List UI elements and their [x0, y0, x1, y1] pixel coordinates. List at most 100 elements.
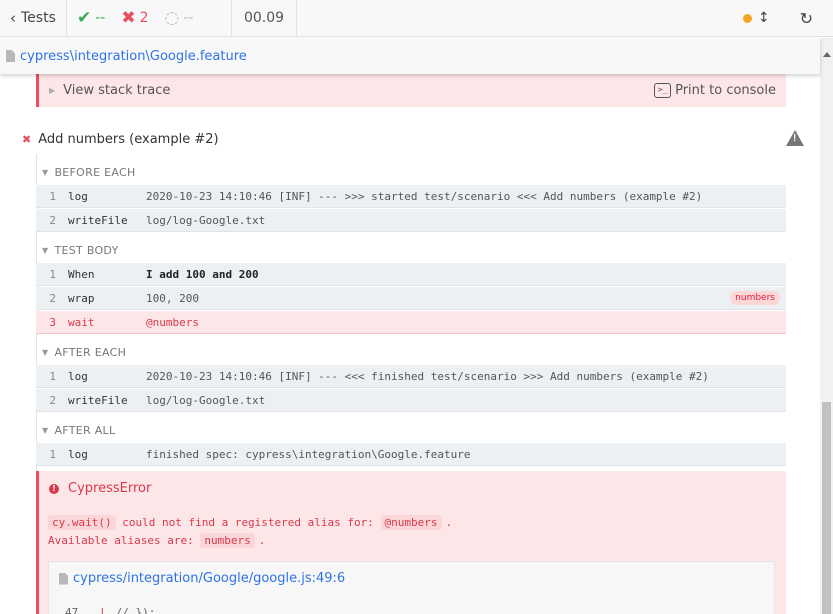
auto-scroll-toggle-icon[interactable]: ↕ [758, 10, 770, 26]
command-message: log/log-Google.txt [146, 393, 266, 407]
test-stats: ✔ -- ✖ 2 ◌ -- [67, 0, 232, 37]
error-text: . [445, 516, 453, 529]
command-message: 2020-10-23 14:10:46 [INF] --- >>> starte… [146, 189, 703, 203]
error-circle-icon: ! [49, 483, 59, 494]
code-line-text: // }); [115, 606, 156, 614]
code-frame: cypress/integration/Google/google.js:49:… [48, 561, 775, 614]
error-text: Available aliases are: [48, 534, 201, 547]
hook-after-all[interactable]: ▼ AFTER ALL [42, 423, 115, 437]
triangle-down-icon: ▼ [42, 347, 49, 357]
view-stack-trace-row[interactable]: ▶ View stack trace >_ Print to console [36, 74, 786, 107]
test-title: Add numbers (example #2) [38, 131, 219, 147]
command-row[interactable]: 1 log 2020-10-23 14:10:46 [INF] --- <<< … [36, 365, 786, 388]
code-frame-file-link[interactable]: cypress/integration/Google/google.js:49:… [59, 571, 345, 586]
command-number: 2 [49, 393, 56, 407]
hook-before-each[interactable]: ▼ BEFORE EACH [42, 165, 136, 179]
pending-count: -- [183, 10, 194, 26]
header-controls: ↕ ↻ [742, 0, 833, 37]
warning-icon [786, 130, 804, 146]
code-frame-path: cypress/integration/Google/google.js:49:… [73, 571, 346, 586]
failed-x-icon: ✖ [22, 132, 32, 146]
command-row[interactable]: 2 wrap 100, 200 numbers [36, 287, 786, 310]
tests-button[interactable]: ‹ Tests [0, 0, 67, 37]
triangle-down-icon: ▼ [42, 425, 49, 435]
failed-command-row[interactable]: 3 wait @numbers [36, 311, 786, 334]
passed-count: -- [95, 10, 106, 26]
tests-label: Tests [21, 10, 56, 26]
command-message: log/log-Google.txt [146, 213, 266, 227]
error-message: cy.wait() could not find a registered al… [48, 514, 452, 550]
alias-badge[interactable]: numbers [730, 291, 780, 305]
print-to-console-label: Print to console [675, 83, 776, 98]
command-row[interactable]: 2 writeFile log/log-Google.txt [36, 209, 786, 232]
pending-circle-icon: ◌ [164, 8, 180, 28]
command-name: log [68, 447, 88, 461]
failed-count: 2 [139, 10, 149, 26]
duration: 00.09 [232, 0, 297, 37]
triangle-down-icon: ▼ [42, 167, 49, 177]
code-frame-line: 47 | // }); [65, 606, 155, 614]
command-number: 1 [49, 447, 56, 461]
running-dot-icon [742, 13, 752, 23]
command-number: 2 [49, 291, 56, 305]
command-number: 3 [49, 315, 56, 329]
error-header: ! CypressError [49, 481, 151, 496]
spec-file-bar: cypress\integration\Google.feature [0, 38, 820, 74]
command-row[interactable]: 1 log finished spec: cypress\integration… [36, 443, 786, 466]
error-code-alias: @numbers [380, 515, 442, 530]
hook-title: BEFORE EACH [54, 165, 136, 179]
error-code-cy-wait: cy.wait() [48, 515, 116, 530]
file-icon [6, 50, 15, 62]
command-number: 1 [49, 267, 56, 281]
hook-title: AFTER ALL [54, 423, 116, 437]
spec-path-link[interactable]: cypress\integration\Google.feature [20, 49, 247, 64]
command-number: 2 [49, 213, 56, 227]
reload-icon[interactable]: ↻ [800, 9, 813, 28]
hook-title: TEST BODY [54, 243, 119, 257]
command-row[interactable]: 2 writeFile log/log-Google.txt [36, 389, 786, 412]
command-name: log [68, 189, 88, 203]
scrollbar-thumb[interactable] [822, 402, 831, 614]
command-number: 1 [49, 189, 56, 203]
command-name: writeFile [68, 213, 128, 227]
x-icon: ✖ [121, 8, 136, 28]
code-line-number: 47 [65, 606, 79, 614]
error-text: . [258, 534, 266, 547]
scroll-up-arrow-icon[interactable] [823, 52, 831, 57]
command-message: @numbers [146, 315, 199, 329]
test-title-row[interactable]: ✖ Add numbers (example #2) [22, 130, 812, 148]
command-name: wrap [68, 291, 95, 305]
failed-stat[interactable]: ✖ 2 [121, 8, 148, 28]
triangle-right-icon: ▶ [49, 86, 56, 95]
view-stack-trace-label: View stack trace [63, 83, 171, 98]
hook-test-body[interactable]: ▼ TEST BODY [42, 243, 119, 257]
command-name: When [68, 267, 95, 281]
code-line-marker: | [99, 606, 106, 614]
file-icon [59, 572, 68, 585]
command-name: wait [68, 315, 95, 329]
command-name: log [68, 369, 88, 383]
reporter-header: ‹ Tests ✔ -- ✖ 2 ◌ -- 00.09 ↕ ↻ [0, 0, 833, 37]
command-message: 2020-10-23 14:10:46 [INF] --- <<< finish… [146, 369, 709, 383]
error-panel: ! CypressError cy.wait() could not find … [36, 471, 786, 614]
error-text: could not find a registered alias for: [115, 516, 381, 529]
error-code-available-alias: numbers [200, 533, 255, 548]
command-row[interactable]: 1 log 2020-10-23 14:10:46 [INF] --- >>> … [36, 185, 786, 208]
command-number: 1 [49, 369, 56, 383]
hook-after-each[interactable]: ▼ AFTER EACH [42, 345, 126, 359]
hook-title: AFTER EACH [54, 345, 127, 359]
print-to-console-button[interactable]: >_ Print to console [654, 83, 776, 98]
terminal-icon: >_ [654, 83, 672, 98]
pending-stat[interactable]: ◌ -- [165, 8, 194, 28]
command-message: finished spec: cypress\integration\Googl… [146, 447, 471, 461]
check-icon: ✔ [77, 8, 92, 28]
command-row[interactable]: 1 When I add 100 and 200 [36, 263, 786, 286]
passed-stat[interactable]: ✔ -- [77, 8, 105, 28]
command-message: 100, 200 [146, 291, 199, 305]
chevron-left-icon: ‹ [10, 9, 16, 27]
command-name: writeFile [68, 393, 128, 407]
scrollbar[interactable] [820, 38, 833, 614]
runnable-content: ▶ View stack trace >_ Print to console ✖… [0, 74, 820, 614]
triangle-down-icon: ▼ [42, 245, 49, 255]
command-message: I add 100 and 200 [146, 267, 259, 281]
